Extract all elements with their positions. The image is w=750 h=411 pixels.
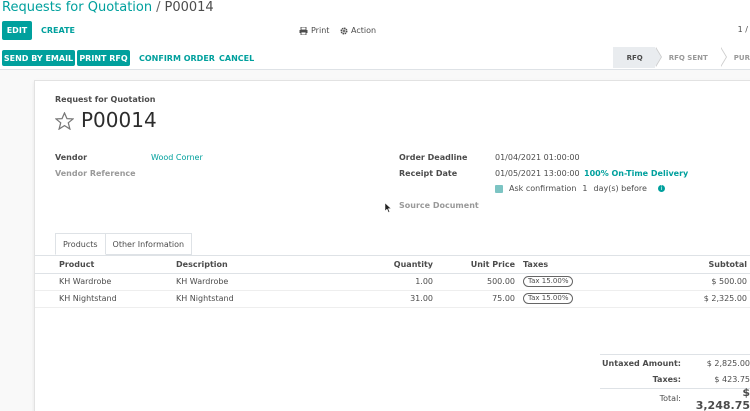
cell-quantity: 1.00 — [362, 273, 437, 291]
cell-unit-price: 75.00 — [437, 290, 519, 308]
notebook-tabs: Products Other Information — [55, 233, 193, 255]
status-bar: RFQ RFQ SENT PUR — [612, 47, 750, 68]
table-row[interactable]: KH Nightstand KH Nightstand 31.00 75.00 … — [35, 290, 750, 308]
untaxed-amount-value: $ 2,825.00 — [706, 358, 750, 368]
cell-product: KH Nightstand — [35, 290, 172, 308]
status-stage-label: RFQ SENT — [668, 53, 708, 62]
cell-subtotal: $ 500.00 — [589, 273, 750, 291]
untaxed-amount-label: Untaxed Amount: — [602, 358, 681, 368]
action-label: Action — [351, 26, 377, 35]
order-deadline-value: 01/04/2021 01:00:00 — [495, 153, 580, 162]
print-menu[interactable]: Print — [299, 21, 329, 40]
order-deadline-label: Order Deadline — [399, 153, 468, 162]
form-sheet: Request for Quotation P00014 Vendor Wood… — [34, 80, 750, 411]
stage-separator — [654, 47, 661, 67]
cancel-button[interactable]: CANCEL — [219, 50, 254, 66]
print-icon — [299, 26, 308, 35]
info-icon[interactable]: i — [657, 185, 665, 192]
pager[interactable]: 1 / — [738, 25, 748, 34]
tab-divider — [35, 255, 750, 256]
star-icon[interactable] — [55, 112, 74, 130]
cell-taxes: Tax 15.00% — [519, 290, 589, 308]
column-header-product[interactable]: Product — [35, 257, 172, 274]
status-stage-label: RFQ — [626, 53, 643, 62]
breadcrumb-parent[interactable]: Requests for Quotation — [2, 0, 152, 15]
breadcrumb-separator: / — [156, 0, 161, 15]
column-header-taxes[interactable]: Taxes — [519, 257, 589, 274]
ask-confirmation-row: Ask confirmation 1 day(s) before i — [495, 184, 665, 193]
table-row[interactable]: KH Wardrobe KH Wardrobe 1.00 500.00 Tax … — [35, 273, 750, 291]
print-rfq-button[interactable]: PRINT RFQ — [77, 50, 130, 66]
send-by-email-button[interactable]: SEND BY EMAIL — [2, 50, 75, 66]
cell-unit-price: 500.00 — [437, 273, 519, 291]
print-label: Print — [311, 26, 330, 35]
vendor-label: Vendor — [55, 153, 88, 162]
receipt-date-value: 01/05/2021 13:00:00 — [495, 169, 580, 178]
breadcrumb: Requests for Quotation / P00014 — [2, 0, 214, 15]
cell-description: KH Wardrobe — [172, 273, 362, 291]
vendor-link[interactable]: Wood Corner — [151, 153, 203, 162]
vendor-reference-label: Vendor Reference — [55, 169, 136, 178]
total-value: $ 3,248.75 — [695, 385, 750, 411]
cell-product: KH Wardrobe — [35, 273, 172, 291]
cell-subtotal: $ 2,325.00 — [589, 290, 750, 308]
cell-taxes: Tax 15.00% — [519, 273, 589, 291]
create-button[interactable]: CREATE — [41, 21, 75, 40]
status-stage-rfq-sent[interactable]: RFQ SENT — [654, 47, 727, 68]
document-name: P00014 — [81, 108, 157, 132]
on-time-delivery-link[interactable]: 100% On-Time Delivery — [584, 169, 688, 178]
ask-confirmation-suffix: day(s) before — [593, 184, 647, 193]
column-header-subtotal[interactable]: Subtotal — [589, 257, 750, 274]
status-stage-label: PUR — [733, 53, 750, 62]
cell-description: KH Nightstand — [172, 290, 362, 308]
column-header-description[interactable]: Description — [172, 257, 362, 274]
tab-other-information[interactable]: Other Information — [105, 233, 193, 255]
status-stage-rfq[interactable]: RFQ — [612, 47, 662, 68]
table-header-row: Product Description Quantity Unit Price … — [35, 257, 750, 274]
column-header-quantity[interactable]: Quantity — [362, 257, 437, 274]
total-row: Total: $ 3,248.75 — [600, 385, 750, 411]
cell-quantity: 31.00 — [362, 290, 437, 308]
document-type-label: Request for Quotation — [55, 95, 156, 104]
mouse-cursor-icon — [385, 203, 392, 213]
total-label: Total: — [659, 394, 681, 403]
taxes-label: Taxes: — [652, 375, 681, 384]
ask-confirmation-label: Ask confirmation — [509, 184, 577, 193]
receipt-date-label: Receipt Date — [399, 169, 458, 178]
ask-confirmation-days[interactable]: 1 — [582, 184, 587, 193]
control-panel: Requests for Quotation / P00014 EDIT CREAT… — [0, 0, 750, 70]
ask-confirmation-checkbox[interactable] — [495, 184, 503, 193]
tax-badge: Tax 15.00% — [523, 293, 574, 304]
breadcrumb-current: P00014 — [164, 0, 214, 15]
confirm-order-button[interactable]: CONFIRM ORDER — [139, 50, 215, 66]
gear-icon — [340, 27, 348, 34]
source-document-label: Source Document — [399, 201, 479, 210]
order-lines-table: Product Description Quantity Unit Price … — [35, 257, 750, 308]
totals-block: Untaxed Amount: $ 2,825.00 Taxes: $ 423.… — [600, 354, 750, 411]
action-menu[interactable]: Action — [340, 21, 376, 40]
tax-badge: Tax 15.00% — [523, 276, 574, 287]
edit-button[interactable]: EDIT — [2, 21, 32, 40]
tab-products[interactable]: Products — [55, 233, 106, 255]
untaxed-amount-row: Untaxed Amount: $ 2,825.00 — [600, 354, 750, 371]
taxes-value: $ 423.75 — [714, 375, 750, 384]
stage-separator — [719, 47, 726, 67]
column-header-unit-price[interactable]: Unit Price — [437, 257, 519, 274]
